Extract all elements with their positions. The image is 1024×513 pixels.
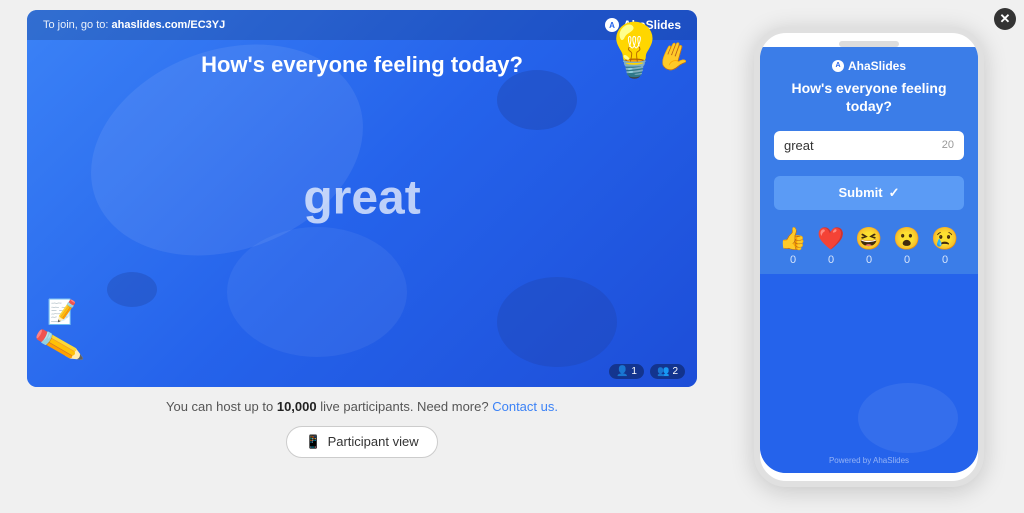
join-url-value: ahaslides.com/EC3YJ [112, 19, 226, 31]
phone-logo-text: AhaSlides [848, 59, 906, 73]
phone-logo-icon: A [832, 60, 844, 72]
sad-emoji: 😢 [931, 226, 958, 252]
phone-notch [839, 41, 899, 47]
participant-view-button[interactable]: 📱 Participant view [286, 426, 437, 458]
phone-reactions: 👍 0 ❤️ 0 😆 0 😮 0 😢 0 [760, 218, 978, 274]
phone-input-box[interactable]: great 20 [774, 131, 964, 160]
slide-question: How's everyone feeling today? [27, 42, 697, 88]
reaction-wow[interactable]: 😮 0 [893, 226, 920, 266]
phone-icon: 📱 [305, 434, 321, 450]
slide-stats: 👤 1 👥 2 [609, 364, 685, 379]
heart-count: 0 [828, 254, 834, 266]
phone-submit-button[interactable]: Submit ✓ [774, 176, 964, 210]
phone-slide-blob [858, 383, 958, 453]
paper-illustration: 📝 [47, 298, 77, 327]
reaction-laugh[interactable]: 😆 0 [855, 226, 882, 266]
phone-mockup: A AhaSlides How's everyone feeling today… [754, 27, 984, 487]
below-slide-text: You can host up to 10,000 live participa… [166, 399, 558, 414]
person2-icon: 👥 [657, 366, 669, 377]
phone-input-area: great 20 [760, 123, 978, 168]
slide-header: To join, go to: ahaslides.com/EC3YJ A Ah… [27, 10, 697, 40]
reaction-sad[interactable]: 😢 0 [931, 226, 958, 266]
reaction-thumbsup[interactable]: 👍 0 [779, 226, 806, 266]
phone-slide-area: Powered by AhaSlides [760, 274, 978, 473]
participants-count: 10,000 [277, 399, 317, 414]
wow-emoji: 😮 [893, 226, 920, 252]
laugh-count: 0 [866, 254, 872, 266]
phone-input-text: great [784, 138, 814, 153]
wow-count: 0 [904, 254, 910, 266]
stat-person1: 👤 1 [609, 364, 644, 379]
person1-count: 1 [631, 366, 637, 377]
phone-submit-label: Submit [839, 185, 883, 200]
slide-answer: great [303, 171, 420, 226]
reaction-heart[interactable]: ❤️ 0 [817, 226, 844, 266]
phone-powered-by: Powered by AhaSlides [760, 456, 978, 465]
phone-screen: A AhaSlides How's everyone feeling today… [760, 47, 978, 473]
join-url: To join, go to: ahaslides.com/EC3YJ [43, 19, 225, 31]
participant-view-label: Participant view [328, 434, 419, 449]
thumbsup-emoji: 👍 [779, 226, 806, 252]
person1-icon: 👤 [616, 366, 628, 377]
phone-question: How's everyone feeling today? [774, 79, 964, 115]
phone-header: A AhaSlides How's everyone feeling today… [760, 47, 978, 123]
close-button[interactable]: ✕ [994, 8, 1016, 30]
laugh-emoji: 😆 [855, 226, 882, 252]
left-panel: To join, go to: ahaslides.com/EC3YJ A Ah… [0, 0, 724, 513]
person2-count: 2 [672, 366, 678, 377]
slide-container: To join, go to: ahaslides.com/EC3YJ A Ah… [27, 10, 697, 387]
participants-prefix: You can host up to [166, 399, 277, 414]
phone-char-count: 20 [942, 139, 954, 151]
heart-emoji: ❤️ [817, 226, 844, 252]
phone-submit-checkmark: ✓ [889, 185, 900, 201]
right-panel: A AhaSlides How's everyone feeling today… [724, 0, 1024, 513]
join-url-prefix: To join, go to: [43, 19, 112, 31]
phone-logo: A AhaSlides [832, 59, 906, 73]
sad-count: 0 [942, 254, 948, 266]
stat-person2: 👥 2 [650, 364, 685, 379]
participants-suffix: live participants. Need more? [320, 399, 488, 414]
contact-us-link[interactable]: Contact us. [492, 399, 558, 414]
thumbsup-count: 0 [790, 254, 796, 266]
